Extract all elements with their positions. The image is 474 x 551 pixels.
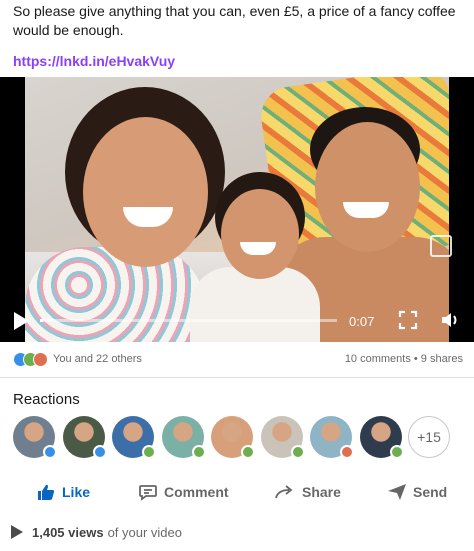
views-suffix: of your video: [107, 524, 182, 540]
video-time: 0:07: [349, 314, 375, 329]
volume-icon[interactable]: [440, 310, 462, 330]
share-label: Share: [302, 484, 341, 500]
like-label: Like: [62, 484, 91, 500]
celebrate-reaction-icon: [192, 445, 206, 459]
celebrate-reaction-icon: [390, 445, 404, 459]
play-icon[interactable]: [12, 311, 30, 331]
like-reaction-icon: [43, 445, 57, 459]
social-counts[interactable]: You and 22 others 10 comments • 9 shares: [13, 351, 463, 369]
comment-button[interactable]: Comment: [138, 481, 229, 503]
share-icon: [275, 485, 293, 499]
love-reaction-icon: [340, 445, 354, 459]
reactors-count[interactable]: You and 22 others: [53, 353, 142, 365]
like-button[interactable]: Like: [36, 481, 90, 503]
picture-in-picture-icon[interactable]: [430, 235, 452, 257]
send-label: Send: [413, 484, 448, 500]
send-icon: [388, 484, 406, 500]
play-icon: [11, 525, 23, 539]
progress-track[interactable]: [40, 319, 337, 322]
thumbs-up-icon: [38, 484, 55, 500]
love-reaction-icon: [33, 352, 48, 367]
like-reaction-icon: [93, 445, 107, 459]
celebrate-reaction-icon: [291, 445, 305, 459]
share-button[interactable]: Share: [274, 481, 341, 503]
celebrate-reaction-icon: [142, 445, 156, 459]
comment-icon: [139, 485, 157, 501]
woman-face: [83, 117, 208, 267]
celebrate-reaction-icon: [241, 445, 255, 459]
comment-label: Comment: [164, 484, 229, 500]
reactions-heading: Reactions: [13, 391, 80, 408]
fullscreen-icon[interactable]: [398, 310, 418, 330]
post-text: So please give anything that you can, ev…: [13, 3, 456, 38]
video-player[interactable]: 0:07: [0, 77, 474, 342]
more-reactors-button[interactable]: +15: [408, 416, 450, 458]
video-views[interactable]: 1,405 views of your video: [10, 524, 182, 540]
child-face: [221, 189, 299, 279]
post-link[interactable]: https://lnkd.in/eHvakVuy: [13, 53, 175, 69]
send-button[interactable]: Send: [387, 481, 447, 503]
comments-shares-count[interactable]: 10 comments • 9 shares: [345, 353, 463, 365]
views-count: 1,405 views: [32, 524, 104, 540]
video-frame[interactable]: [25, 77, 449, 342]
divider: [0, 377, 474, 378]
woman-shirt: [25, 247, 205, 342]
reaction-icons: [13, 352, 53, 368]
progress-fill: [40, 319, 43, 322]
man-face: [315, 122, 420, 252]
